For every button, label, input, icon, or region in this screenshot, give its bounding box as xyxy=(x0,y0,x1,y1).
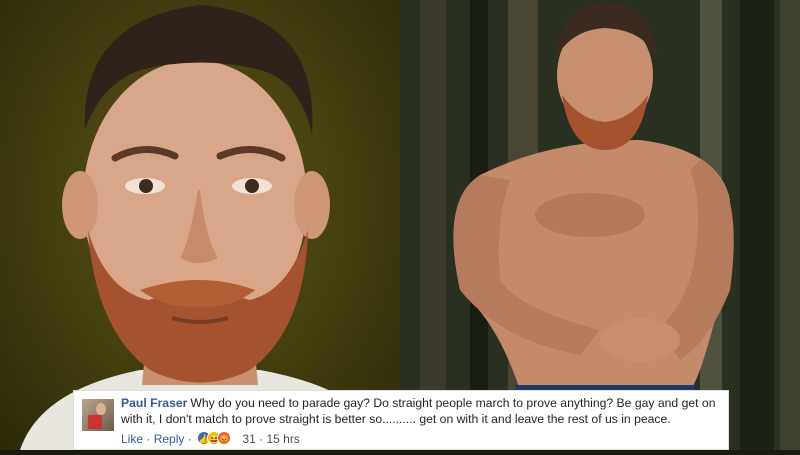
angry-icon: 😡 xyxy=(217,431,232,445)
separator-dot: · xyxy=(146,432,151,446)
separator-dot: · xyxy=(187,432,192,446)
comment-actions: Like · Reply · 👍 😆 😡 31 · 15 hrs xyxy=(121,431,300,446)
avatar-shirt xyxy=(88,415,102,429)
facebook-comment: Paul Fraser Why do you need to parade gay… xyxy=(73,390,729,450)
avatar[interactable] xyxy=(82,399,114,431)
portrait-illustration xyxy=(20,5,390,450)
forest-shirtless-photo xyxy=(400,0,800,450)
avatar-face xyxy=(96,403,106,415)
reactions-summary[interactable]: 👍 😆 😡 xyxy=(197,431,237,445)
reaction-count[interactable]: 31 xyxy=(242,432,255,446)
comment-author[interactable]: Paul Fraser xyxy=(121,396,187,410)
comment-timestamp[interactable]: 15 hrs xyxy=(266,432,299,446)
reply-button[interactable]: Reply xyxy=(154,432,185,446)
cropped-sidebar-text xyxy=(0,44,12,104)
comment-text: Why do you need to parade gay? Do straig… xyxy=(121,396,716,426)
separator-dot: · xyxy=(259,432,264,446)
comment-body: Paul Fraser Why do you need to parade gay… xyxy=(121,395,721,427)
like-button[interactable]: Like xyxy=(121,432,143,446)
portrait-photo xyxy=(0,0,400,450)
forest-illustration xyxy=(400,0,800,450)
